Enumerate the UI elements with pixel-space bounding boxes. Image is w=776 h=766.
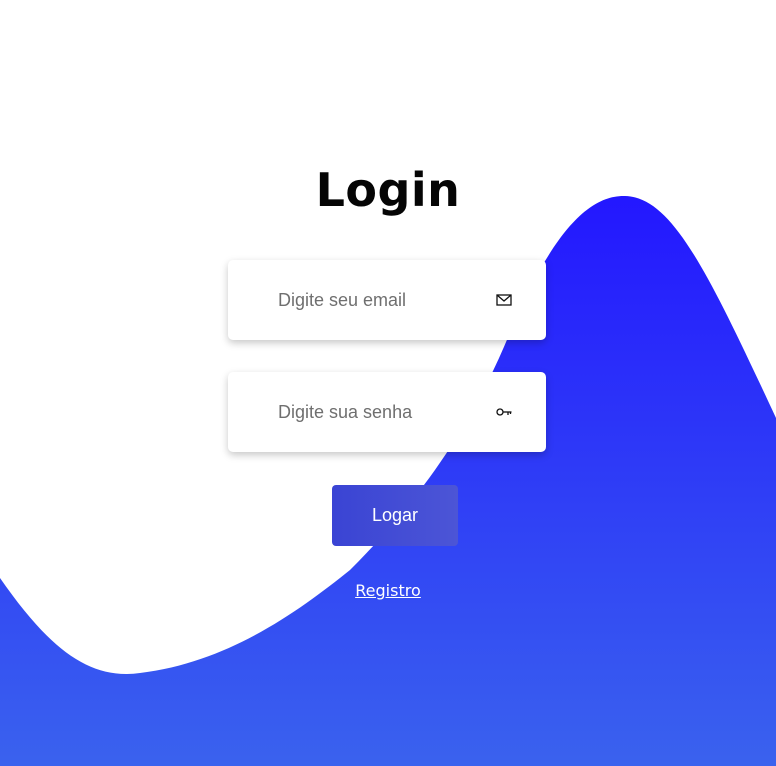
login-button[interactable]: Logar [332,485,458,546]
mail-icon [496,294,512,306]
page-title: Login [315,163,461,217]
key-icon [496,408,512,416]
register-link-container: Registro [0,580,776,602]
password-field-container [228,372,546,452]
email-field-container [228,260,546,340]
register-link[interactable]: Registro [355,581,420,600]
login-page: Login Logar Registro [0,0,776,766]
